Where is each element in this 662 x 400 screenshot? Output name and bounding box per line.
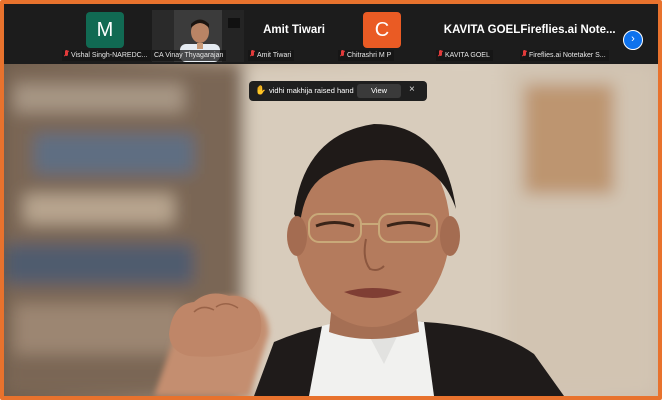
participant-name: Chitrashri M P xyxy=(347,52,392,59)
participant-name: Fireflies.ai Notetaker S... xyxy=(529,52,606,59)
next-page-button[interactable]: › xyxy=(623,30,643,50)
participant-name: CA Vinay Thyagarajan xyxy=(154,52,224,59)
view-button[interactable]: View xyxy=(357,84,401,98)
avatar: C xyxy=(363,12,401,48)
participant-strip: M Vishal Singh-NAREDC... CA Vinay Thyaga… xyxy=(4,4,658,64)
muted-mic-icon xyxy=(64,50,69,58)
participant-tile-chitrashri[interactable]: C Chitrashri M P xyxy=(338,10,430,62)
close-icon[interactable]: × xyxy=(409,84,415,95)
muted-mic-icon xyxy=(438,50,443,58)
meeting-window: M Vishal Singh-NAREDC... CA Vinay Thyaga… xyxy=(0,0,662,400)
participant-tile-amit[interactable]: Amit Tiwari Amit Tiwari xyxy=(248,10,340,62)
participant-name: KAVITA GOEL xyxy=(445,52,490,59)
participant-display-name: Fireflies.ai Note... xyxy=(520,24,616,36)
participant-display-name: KAVITA GOEL xyxy=(443,24,521,36)
participant-caption: KAVITA GOEL xyxy=(436,50,493,61)
participant-tile-fireflies[interactable]: Fireflies.ai Note... Fireflies.ai Noteta… xyxy=(520,10,616,62)
participant-name: Amit Tiwari xyxy=(257,52,292,59)
muted-mic-icon xyxy=(522,50,527,58)
muted-mic-icon xyxy=(340,50,345,58)
participant-caption: Amit Tiwari xyxy=(248,50,295,61)
notification-text: vidhi makhija raised hand xyxy=(269,86,354,95)
raised-hand-icon: ✋ xyxy=(255,85,267,95)
participant-caption: Fireflies.ai Notetaker S... xyxy=(520,50,609,61)
participant-caption: CA Vinay Thyagarajan xyxy=(152,50,227,61)
participant-tile-vinay[interactable]: CA Vinay Thyagarajan xyxy=(152,10,244,62)
chevron-right-icon: › xyxy=(631,33,635,45)
avatar: M xyxy=(86,12,124,48)
participant-tile-vishal[interactable]: M Vishal Singh-NAREDC... xyxy=(62,10,154,62)
participant-display-name: Amit Tiwari xyxy=(263,24,325,36)
raised-hand-notification: ✋ vidhi makhija raised hand View × xyxy=(249,81,427,101)
muted-mic-icon xyxy=(250,50,255,58)
participant-caption: Vishal Singh-NAREDC... xyxy=(62,50,151,61)
participant-name: Vishal Singh-NAREDC... xyxy=(71,52,148,59)
active-speaker-video: ✋ vidhi makhija raised hand View × xyxy=(4,64,658,396)
participant-caption: Chitrashri M P xyxy=(338,50,395,61)
participant-tile-kavita[interactable]: KAVITA GOEL KAVITA GOEL xyxy=(436,10,528,62)
speaker-video-frame xyxy=(4,64,658,396)
